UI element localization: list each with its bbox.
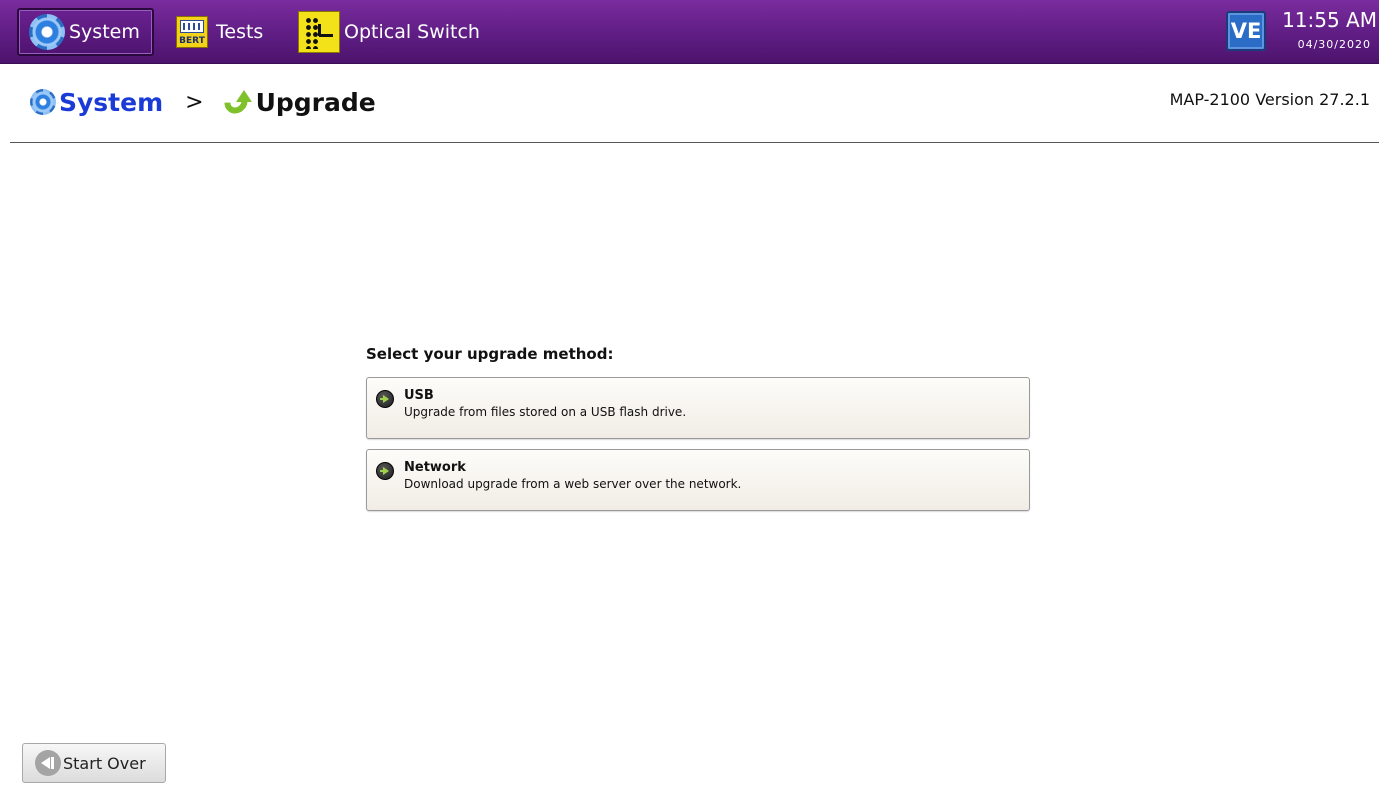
start-over-button[interactable]: Start Over <box>22 743 166 783</box>
header-divider <box>10 142 1379 143</box>
option-title: Network <box>404 460 466 475</box>
usb-upgrade-option[interactable]: USB Upgrade from files stored on a USB f… <box>366 377 1030 439</box>
tab-optical-switch[interactable]: Optical Switch <box>298 8 498 56</box>
back-to-start-icon <box>35 750 61 776</box>
clock-time: 11:55 AM <box>1282 8 1377 32</box>
top-bar: System BERT Tests Optical Switch VE 11:5… <box>0 0 1379 64</box>
gear-icon <box>29 14 65 50</box>
bert-icon: BERT <box>176 16 208 48</box>
tab-system[interactable]: System <box>17 8 154 56</box>
page-title: Upgrade <box>255 87 376 117</box>
arrow-right-icon <box>376 462 394 480</box>
bert-icon-text: BERT <box>179 36 205 46</box>
tab-tests-label: Tests <box>216 21 264 43</box>
optical-switch-icon <box>298 11 340 53</box>
upgrade-method-prompt: Select your upgrade method: <box>366 345 614 363</box>
breadcrumb-separator: > <box>185 89 204 115</box>
option-title: USB <box>404 388 434 403</box>
breadcrumb-system-link[interactable]: System <box>59 88 163 117</box>
gear-icon <box>30 89 56 115</box>
network-upgrade-option[interactable]: Network Download upgrade from a web serv… <box>366 449 1030 511</box>
ve-logo[interactable]: VE <box>1226 11 1266 51</box>
tab-tests[interactable]: BERT Tests <box>176 8 286 56</box>
option-description: Download upgrade from a web server over … <box>404 477 742 491</box>
breadcrumb: System > Upgrade <box>30 82 376 122</box>
arrow-right-icon <box>376 390 394 408</box>
tab-optical-switch-label: Optical Switch <box>344 21 480 43</box>
option-description: Upgrade from files stored on a USB flash… <box>404 405 687 419</box>
tab-system-label: System <box>69 21 140 43</box>
version-label: MAP-2100 Version 27.2.1 <box>1169 90 1370 109</box>
upgrade-arrow-icon <box>219 85 254 119</box>
start-over-label: Start Over <box>63 753 146 773</box>
clock-date: 04/30/2020 <box>1297 38 1371 51</box>
